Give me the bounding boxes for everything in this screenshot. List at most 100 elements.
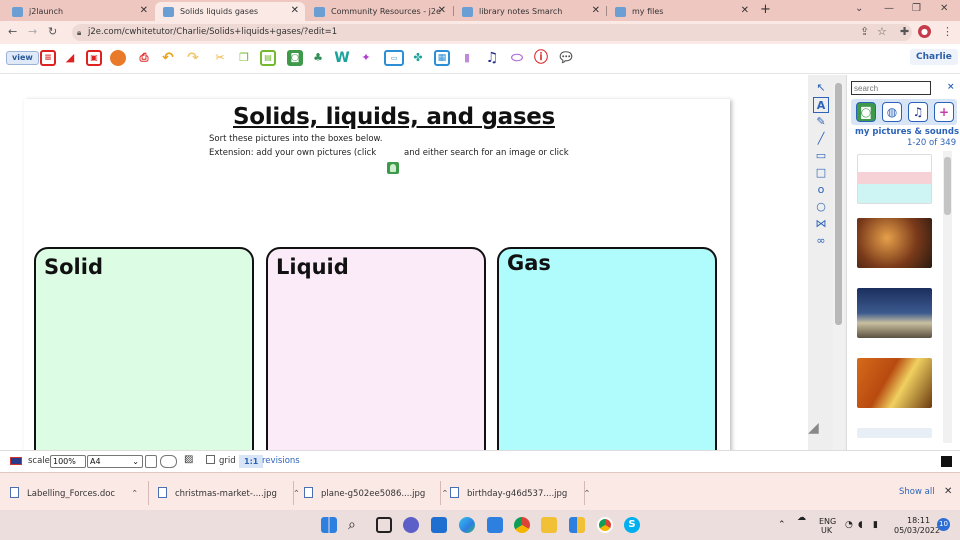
landscape-icon[interactable] [160, 455, 177, 468]
task-view-icon[interactable] [376, 517, 392, 533]
panel-close-icon[interactable]: × [947, 82, 955, 92]
speech-bubble-icon[interactable]: 💬︎ [557, 50, 575, 66]
language-indicator[interactable]: ENG [819, 517, 836, 526]
uk-flag-icon[interactable] [10, 457, 22, 465]
chart-icon[interactable]: ▮ [459, 50, 475, 66]
background-image-icon[interactable]: ▨ [184, 454, 193, 465]
freeform-icon[interactable]: ∞ [813, 233, 829, 249]
thumbnail-worksheet[interactable] [857, 154, 932, 204]
back-icon[interactable]: ← [8, 25, 17, 38]
file-explorer-icon[interactable] [541, 517, 557, 533]
line-icon[interactable]: ╱ [813, 131, 829, 147]
animation-icon[interactable]: ✦ [358, 50, 374, 66]
resize-handle-icon[interactable]: ◢ [808, 420, 832, 444]
grid-checkbox[interactable] [206, 455, 215, 464]
tab-j2launch[interactable]: j2launch ✕ [4, 2, 154, 21]
colour-swatch[interactable] [941, 456, 952, 467]
page-title[interactable]: Solids, liquids, and gases [233, 104, 555, 130]
url-field[interactable]: 🔒︎ j2e.com/cwhitetutor/Charlie/Solids+li… [72, 24, 912, 41]
download-item[interactable]: plane-g502ee5086....jpg ⌃ [304, 487, 448, 499]
download-item[interactable]: Labelling_Forces.doc ⌃ [10, 487, 138, 499]
extensions-icon[interactable]: ✚ [900, 25, 909, 38]
instruction-line[interactable]: Extension: add your own pictures (click [209, 148, 376, 158]
chevron-up-icon[interactable]: ⌃ [131, 489, 138, 499]
scrollbar-thumb[interactable] [944, 157, 951, 215]
user-button[interactable]: Charlie [910, 49, 958, 65]
table-icon[interactable]: ▦ [434, 50, 450, 66]
instruction-line[interactable]: and either search for an image or click [404, 148, 569, 158]
browser-menu-icon[interactable]: ⋮ [942, 25, 953, 38]
volume-icon[interactable]: ◖ [858, 520, 863, 530]
actual-size-button[interactable]: 1:1 [239, 455, 264, 468]
chevron-up-icon[interactable]: ⌃ [441, 489, 448, 499]
restore-icon[interactable]: ❐ [912, 3, 921, 14]
polygon-icon[interactable]: ⋈ [813, 216, 829, 232]
eraser-icon[interactable]: ◢ [62, 50, 78, 66]
thumbnail-christmas-market[interactable] [857, 218, 932, 268]
close-icon[interactable]: ✕ [592, 5, 600, 16]
redo-icon[interactable]: ↷ [185, 50, 201, 66]
thumbnail-autumn[interactable] [857, 358, 932, 408]
globe-icon[interactable]: ◍ [882, 102, 902, 122]
close-icon[interactable]: ✕ [438, 5, 446, 16]
thumbnail-plane[interactable] [857, 288, 932, 338]
wordart-icon[interactable]: W [334, 50, 350, 66]
clock-date[interactable]: 05/03/2022 [894, 526, 940, 535]
cut-icon[interactable]: ✂ [212, 50, 228, 66]
copy-icon[interactable]: ❐ [236, 50, 252, 66]
panel-scrollbar[interactable] [943, 151, 952, 443]
close-icon[interactable]: ✕ [140, 5, 148, 16]
thumbnail-partial[interactable] [857, 428, 932, 438]
store-icon[interactable] [431, 517, 447, 533]
bookmark-star-icon[interactable]: ☆ [877, 25, 887, 38]
solid-box[interactable]: Solid [34, 247, 254, 450]
rounded-rectangle-icon[interactable]: ▭ [813, 148, 829, 164]
battery-icon[interactable]: ▮ [873, 520, 878, 530]
clock-time[interactable]: 18:11 [907, 516, 930, 525]
gas-box[interactable]: Gas [497, 247, 717, 450]
textbox-icon[interactable]: ▭ [384, 50, 404, 66]
language-region[interactable]: UK [821, 526, 832, 535]
tab-library-notes[interactable]: library notes Smarch ✕ [454, 2, 606, 21]
forward-icon[interactable]: → [28, 25, 37, 38]
edge-icon[interactable] [459, 517, 475, 533]
share-link-icon[interactable] [110, 50, 126, 66]
download-item[interactable]: birthday-g46d537....jpg ⌃ [450, 487, 590, 499]
portrait-icon[interactable] [145, 455, 157, 468]
circle-icon[interactable]: ○ [813, 199, 829, 215]
pen-icon[interactable]: ✎ [813, 114, 829, 130]
revisions-link[interactable]: revisions [262, 456, 300, 466]
sound-icon[interactable]: ♫ [484, 50, 500, 66]
paste-icon[interactable]: ▤ [260, 50, 276, 66]
text-tool-icon[interactable]: A [813, 97, 829, 113]
view-button[interactable]: view [6, 51, 39, 65]
skype-icon[interactable]: S [624, 517, 640, 533]
workspace-scrollbar[interactable] [833, 83, 844, 450]
reload-icon[interactable]: ↻ [48, 25, 57, 38]
tray-chevron-icon[interactable]: ⌃ [778, 520, 786, 530]
onedrive-icon[interactable]: ☁ [797, 513, 806, 523]
map-icon[interactable]: ✤ [410, 50, 426, 66]
document-page[interactable]: Solids, liquids, and gases Sort these pi… [24, 99, 730, 450]
info-icon[interactable]: ⓘ [533, 50, 549, 66]
start-icon[interactable] [321, 517, 337, 533]
liquid-box[interactable]: Liquid [266, 247, 486, 450]
share-icon[interactable]: ⇪ [860, 25, 869, 38]
download-item[interactable]: christmas-market-....jpg ⌃ [158, 487, 300, 499]
picture-search-input[interactable] [851, 81, 931, 95]
instruction-line[interactable]: Sort these pictures into the boxes below… [209, 134, 382, 144]
tab-my-files[interactable]: my files ✕ [607, 2, 755, 21]
show-all-link[interactable]: Show all [899, 487, 935, 497]
close-icon[interactable]: ✕ [291, 5, 299, 16]
chrome-active-icon[interactable] [597, 517, 613, 533]
save-icon[interactable]: ▣ [86, 50, 102, 66]
document-menu-icon[interactable]: ≡ [40, 50, 56, 66]
chrome-icon[interactable] [514, 517, 530, 533]
new-tab-icon[interactable]: + [760, 2, 771, 17]
scrollbar-thumb[interactable] [835, 83, 842, 325]
comment-oval-icon[interactable]: ⬭ [509, 50, 525, 66]
print-icon[interactable]: ⎙ [136, 50, 152, 66]
shapes-icon[interactable]: ♣ [310, 50, 326, 66]
ellipse-icon[interactable]: o [813, 182, 829, 198]
profile-avatar[interactable]: ● [918, 25, 931, 38]
